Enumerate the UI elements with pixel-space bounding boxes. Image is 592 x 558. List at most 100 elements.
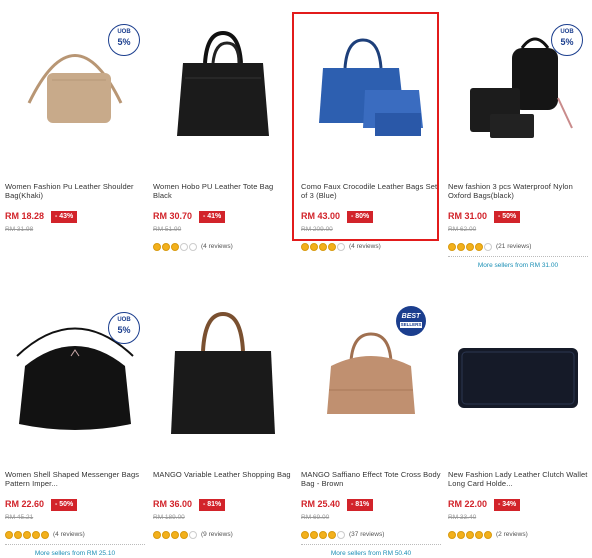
product-price: RM 36.00: [153, 499, 193, 509]
product-price: RM 25.40: [301, 499, 341, 509]
product-title[interactable]: New Fashion Lady Leather Clutch Wallet L…: [448, 470, 588, 488]
uob-promo-badge: UOB 5%: [551, 24, 583, 56]
product-card[interactable]: MANGO Variable Leather Shopping Bag RM 36…: [153, 298, 293, 558]
star-icon: [328, 242, 336, 251]
star-icon: [448, 530, 456, 539]
product-title[interactable]: Women Shell Shaped Messenger Bags Patter…: [5, 470, 145, 488]
star-icon: [171, 242, 179, 251]
product-card[interactable]: Como Faux Crocodile Leather Bags Set of …: [301, 10, 441, 270]
star-icon: [310, 242, 318, 251]
more-sellers-link[interactable]: More sellers from RM 50.40: [301, 544, 441, 557]
discount-badge: - 43%: [51, 211, 78, 223]
rating-row: (9 reviews): [153, 526, 293, 539]
star-icon: [189, 530, 197, 539]
star-icon: [301, 530, 309, 539]
price-row: RM 36.00 - 81%: [153, 499, 293, 511]
best-seller-badge: BEST SELLERS: [396, 306, 426, 336]
original-price: RM 209.00: [301, 226, 333, 233]
star-icon: [475, 530, 483, 539]
original-price: RM 51.90: [153, 226, 182, 233]
product-price: RM 22.00: [448, 499, 488, 509]
blue-bag-set-icon[interactable]: [303, 18, 439, 158]
star-icon: [153, 530, 161, 539]
original-price: RM 45.21: [5, 514, 34, 521]
uob-badge-percent: 5%: [117, 325, 131, 335]
discount-badge: - 50%: [494, 211, 521, 223]
price-row: RM 25.40 - 81%: [301, 499, 441, 511]
star-icon: [171, 530, 179, 539]
star-icon: [448, 242, 456, 251]
uob-promo-badge: UOB 5%: [108, 24, 140, 56]
star-icon: [484, 530, 492, 539]
star-icon: [189, 242, 197, 251]
star-icon: [457, 530, 465, 539]
black-wallet-icon[interactable]: [450, 306, 586, 446]
best-badge-text: BEST: [401, 313, 421, 320]
review-count[interactable]: (2 reviews): [496, 531, 528, 538]
more-sellers-link[interactable]: More sellers from RM 31.00: [448, 256, 588, 269]
black-shopping-bag-icon[interactable]: [155, 306, 291, 446]
price-row: RM 18.28 - 43%: [5, 211, 145, 223]
price-row: RM 31.00 - 50%: [448, 211, 588, 223]
review-count[interactable]: (21 reviews): [496, 243, 531, 250]
star-icon: [310, 530, 318, 539]
review-count[interactable]: (4 reviews): [349, 243, 381, 250]
product-card[interactable]: BEST SELLERS MANGO Saffiano Effect Tote Cr…: [301, 298, 441, 558]
product-price: RM 31.00: [448, 211, 488, 221]
star-icon: [301, 242, 309, 251]
uob-badge-label: UOB: [117, 29, 131, 35]
original-price: RM 31.98: [5, 226, 34, 233]
product-card[interactable]: UOB 5% Women Fashion Pu Leather Shoulder B…: [5, 10, 145, 270]
discount-badge: - 34%: [494, 499, 521, 511]
discount-badge: - 50%: [51, 499, 78, 511]
star-icon: [466, 530, 474, 539]
star-icon: [457, 242, 465, 251]
original-price: RM 189.00: [153, 514, 185, 521]
discount-badge: - 81%: [347, 499, 374, 511]
price-row: RM 22.00 - 34%: [448, 499, 588, 511]
star-icon: [337, 530, 345, 539]
discount-badge: - 41%: [199, 211, 226, 223]
price-row: RM 22.60 - 50%: [5, 499, 145, 511]
product-price: RM 43.00: [301, 211, 341, 221]
discount-badge: - 80%: [347, 211, 374, 223]
discount-badge: - 81%: [199, 499, 226, 511]
product-card[interactable]: UOB 5% New fashion 3 pcs Waterproof Nylon …: [448, 10, 588, 270]
rating-row: (4 reviews): [153, 238, 293, 251]
sellers-badge-text: SELLERS: [400, 322, 422, 328]
original-price: RM 33.40: [448, 514, 477, 521]
star-icon: [14, 530, 22, 539]
rating-row: (21 reviews): [448, 238, 588, 251]
original-price: RM 62.00: [448, 226, 477, 233]
star-icon: [180, 242, 188, 251]
review-count[interactable]: (9 reviews): [201, 531, 233, 538]
more-sellers-link[interactable]: More sellers from RM 25.10: [5, 544, 145, 557]
product-title[interactable]: MANGO Variable Leather Shopping Bag: [153, 470, 293, 479]
uob-badge-label: UOB: [560, 29, 574, 35]
product-title[interactable]: Como Faux Crocodile Leather Bags Set of …: [301, 182, 441, 200]
black-tote-bag-icon[interactable]: [155, 18, 291, 158]
rating-row: (4 reviews): [301, 238, 441, 251]
rating-row: (4 reviews): [5, 526, 145, 539]
star-icon: [328, 530, 336, 539]
product-title[interactable]: Women Hobo PU Leather Tote Bag Black: [153, 182, 293, 200]
star-icon: [41, 530, 49, 539]
product-card[interactable]: New Fashion Lady Leather Clutch Wallet L…: [448, 298, 588, 558]
product-title[interactable]: MANGO Saffiano Effect Tote Cross Body Ba…: [301, 470, 441, 488]
uob-badge-percent: 5%: [117, 37, 131, 47]
star-icon: [466, 242, 474, 251]
star-icon: [162, 242, 170, 251]
product-price: RM 18.28: [5, 211, 45, 221]
review-count[interactable]: (4 reviews): [53, 531, 85, 538]
product-card[interactable]: UOB 5% Women Shell Shaped Messenger Bags P…: [5, 298, 145, 558]
star-icon: [319, 530, 327, 539]
review-count[interactable]: (37 reviews): [349, 531, 384, 538]
price-row: RM 43.00 - 80%: [301, 211, 441, 223]
star-icon: [23, 530, 31, 539]
product-title[interactable]: New fashion 3 pcs Waterproof Nylon Oxfor…: [448, 182, 588, 200]
review-count[interactable]: (4 reviews): [201, 243, 233, 250]
product-card[interactable]: Women Hobo PU Leather Tote Bag Black RM 3…: [153, 10, 293, 270]
star-icon: [475, 242, 483, 251]
rating-row: (2 reviews): [448, 526, 588, 539]
product-title[interactable]: Women Fashion Pu Leather Shoulder Bag(Kh…: [5, 182, 145, 200]
